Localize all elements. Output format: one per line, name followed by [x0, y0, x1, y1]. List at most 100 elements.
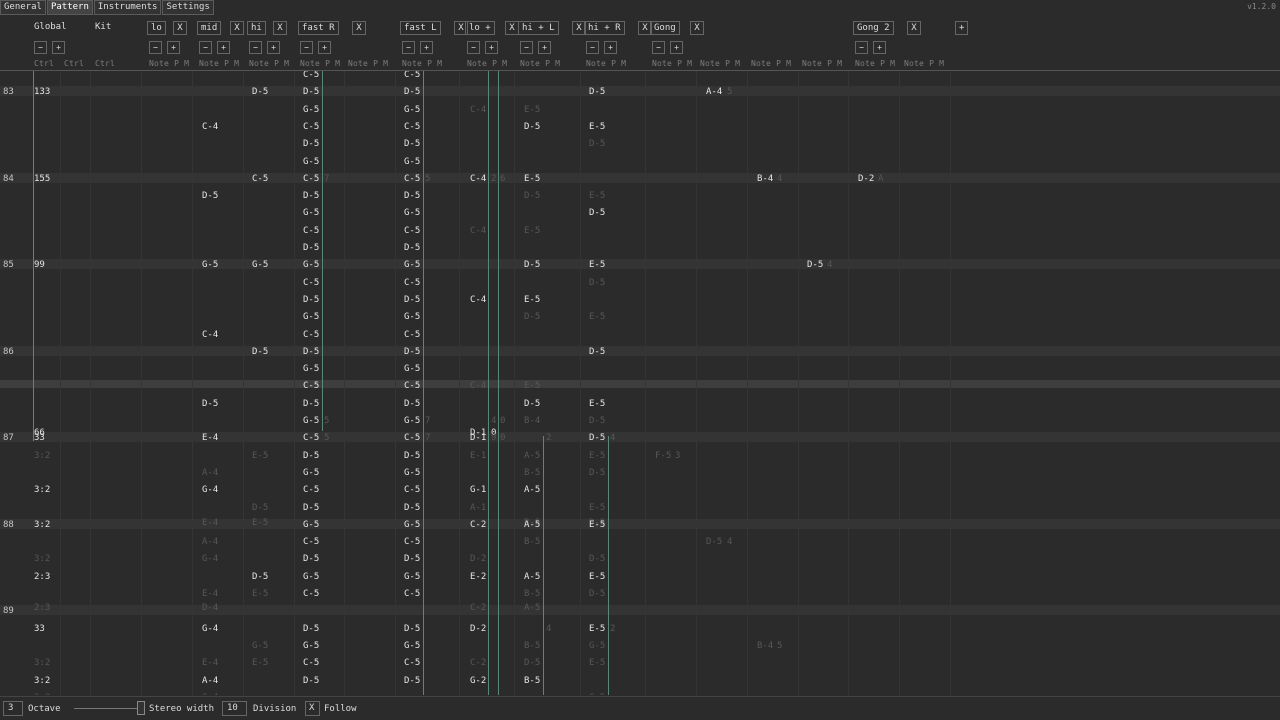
note-cell[interactable]: 4	[727, 537, 732, 547]
remove-track-button[interactable]: X	[907, 21, 921, 35]
note-cell[interactable]: C-5	[303, 589, 319, 599]
note-cell[interactable]: E-5	[524, 105, 540, 115]
tab-general[interactable]: General	[0, 0, 46, 15]
note-cell[interactable]: F-5	[655, 451, 671, 461]
note-cell[interactable]: G-5	[303, 312, 319, 322]
note-cell[interactable]: E-5	[252, 451, 268, 461]
note-cell[interactable]: D-5	[524, 658, 540, 668]
note-cell[interactable]: D-5	[404, 87, 420, 97]
note-cell[interactable]: C-5	[303, 174, 319, 184]
note-cell[interactable]: D-5	[303, 451, 319, 461]
track-name-kit[interactable]: Kit	[93, 21, 113, 35]
tab-instruments[interactable]: Instruments	[93, 0, 162, 15]
note-cell[interactable]: E-5	[524, 381, 540, 391]
note-cell[interactable]: E-5	[589, 624, 605, 634]
division-input[interactable]: 10	[222, 701, 247, 716]
note-cell[interactable]: A	[878, 174, 883, 184]
note-cell[interactable]: D-5	[252, 572, 268, 582]
note-cell[interactable]: 3:2	[34, 676, 50, 686]
collapse-track-button[interactable]: −	[300, 41, 313, 54]
track-name-hi[interactable]: hi	[247, 21, 266, 35]
note-cell[interactable]: D-5	[303, 243, 319, 253]
note-cell[interactable]: C-5	[303, 226, 319, 236]
note-cell[interactable]: E-5	[524, 226, 540, 236]
note-cell[interactable]: 4	[546, 624, 551, 634]
note-cell[interactable]: 5	[777, 641, 782, 651]
note-cell[interactable]: G-5	[404, 520, 420, 530]
remove-track-button[interactable]: X	[230, 21, 244, 35]
note-cell[interactable]: A-4	[706, 87, 722, 97]
note-cell[interactable]: G-5	[404, 572, 420, 582]
remove-track-button[interactable]: X	[173, 21, 187, 35]
note-cell[interactable]: E-5	[589, 520, 605, 530]
note-cell[interactable]: E-4	[202, 518, 218, 528]
note-cell[interactable]: D-5	[404, 139, 420, 149]
note-cell[interactable]: G-5	[303, 520, 319, 530]
note-cell[interactable]: D-5	[524, 312, 540, 322]
note-cell[interactable]: 155	[34, 174, 50, 184]
note-cell[interactable]: C-4	[470, 226, 486, 236]
note-cell[interactable]: E-5	[589, 122, 605, 132]
note-cell[interactable]: G-5	[252, 260, 268, 270]
collapse-track-button[interactable]: −	[249, 41, 262, 54]
remove-track-button[interactable]: X	[352, 21, 366, 35]
note-cell[interactable]: E-5	[589, 399, 605, 409]
note-cell[interactable]: D-5	[589, 416, 605, 426]
note-cell[interactable]: E-5	[524, 174, 540, 184]
note-cell[interactable]: G-5	[404, 312, 420, 322]
note-cell[interactable]: C-2	[470, 520, 486, 530]
note-cell[interactable]: 3:2	[34, 693, 50, 695]
note-cell[interactable]: D-5	[589, 554, 605, 564]
note-cell[interactable]: C-5	[404, 485, 420, 495]
note-cell[interactable]: G-5	[303, 572, 319, 582]
expand-track-button[interactable]: +	[52, 41, 65, 54]
note-cell[interactable]: G-5	[404, 260, 420, 270]
note-cell[interactable]: D-5	[303, 676, 319, 686]
note-cell[interactable]: 33	[34, 433, 45, 443]
note-cell[interactable]: D-5	[589, 589, 605, 599]
octave-input[interactable]: 3	[3, 701, 23, 716]
note-cell[interactable]: D-5	[303, 191, 319, 201]
collapse-track-button[interactable]: −	[520, 41, 533, 54]
note-cell[interactable]: C-5	[303, 122, 319, 132]
note-cell[interactable]: E-4	[202, 658, 218, 668]
note-cell[interactable]: E-5	[252, 658, 268, 668]
note-cell[interactable]: D-5	[807, 260, 823, 270]
note-cell[interactable]: G-5	[303, 364, 319, 374]
note-cell[interactable]: E-5	[589, 312, 605, 322]
note-cell[interactable]: E-4	[202, 589, 218, 599]
expand-track-button[interactable]: +	[604, 41, 617, 54]
note-cell[interactable]: 3:2	[34, 520, 50, 530]
note-cell[interactable]: C-5	[404, 330, 420, 340]
note-cell[interactable]: C-5	[404, 226, 420, 236]
note-cell[interactable]: 0	[500, 433, 505, 443]
note-cell[interactable]: A-4	[202, 676, 218, 686]
note-cell[interactable]: G-5	[303, 260, 319, 270]
note-cell[interactable]: 5	[727, 87, 732, 97]
note-cell[interactable]: A-1	[470, 503, 486, 513]
note-cell[interactable]: B-4	[757, 174, 773, 184]
note-cell[interactable]: G-5	[303, 208, 319, 218]
note-cell[interactable]: 7	[425, 433, 430, 443]
note-cell[interactable]: C-2	[470, 658, 486, 668]
note-cell[interactable]: 5	[324, 433, 329, 443]
note-cell[interactable]: 6	[500, 174, 505, 184]
note-cell[interactable]: A-5	[524, 572, 540, 582]
note-cell[interactable]: D-5	[589, 433, 605, 443]
note-cell[interactable]: D-5	[303, 347, 319, 357]
expand-track-button[interactable]: +	[420, 41, 433, 54]
note-cell[interactable]: G-5	[404, 468, 420, 478]
note-cell[interactable]: C-5	[303, 485, 319, 495]
note-cell[interactable]: 3:2	[34, 451, 50, 461]
note-cell[interactable]: C-4	[202, 122, 218, 132]
note-cell[interactable]: C-5	[303, 71, 319, 80]
track-name-gong[interactable]: Gong	[650, 21, 680, 35]
note-cell[interactable]: E-5	[589, 451, 605, 461]
track-name-lo[interactable]: lo +	[465, 21, 495, 35]
note-cell[interactable]: G-4	[202, 693, 218, 695]
note-cell[interactable]: 4	[827, 260, 832, 270]
note-cell[interactable]: 3:2	[34, 485, 50, 495]
note-cell[interactable]: D-5	[303, 139, 319, 149]
note-cell[interactable]: B-4	[524, 416, 540, 426]
track-name-fast-r[interactable]: fast R	[298, 21, 339, 35]
